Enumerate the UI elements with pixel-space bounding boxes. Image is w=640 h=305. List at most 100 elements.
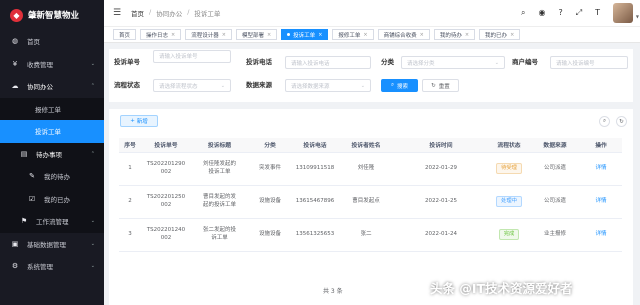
- refresh-icon: ↻: [431, 82, 436, 89]
- table-row: 1 TS202201290 002 刘佳隆发起的 投诉工单 突发事件 1310991…: [119, 152, 622, 186]
- cell-no: 1: [119, 152, 141, 186]
- search-button-label: 搜索: [397, 83, 409, 90]
- fullscreen-icon[interactable]: ⤢: [576, 8, 582, 18]
- cell-title-line: 曹目发起的发: [202, 193, 236, 200]
- sidebar-item-home[interactable]: ◍ 首页: [0, 30, 104, 53]
- phone-input[interactable]: 请输入投诉电话: [285, 56, 371, 69]
- cell-no: 2: [119, 185, 141, 219]
- tag-label: 我的已办: [485, 32, 508, 39]
- cell-title: 张二发起的投 诉工单: [191, 218, 248, 252]
- input-placeholder: 请输入投诉单号: [159, 54, 198, 60]
- watermark-text: 头条 @IT技术资源爱好者: [430, 281, 573, 296]
- cell-title: 刘佳隆发起的 投诉工单: [191, 152, 248, 186]
- table-header-row: 序号 投诉单号 投诉标题 分类 投诉电话 投诉者姓名 投诉时间 流程状态 数据来…: [119, 138, 622, 153]
- tag-model-deploy[interactable]: 模型部署 ×: [235, 29, 278, 40]
- detail-link[interactable]: 详情: [595, 198, 606, 204]
- breadcrumb-home[interactable]: 首页: [131, 8, 144, 18]
- github-icon[interactable]: ◉: [538, 8, 545, 18]
- close-icon[interactable]: ×: [363, 32, 367, 38]
- sidebar-item-complaint-orders[interactable]: 投诉工单: [0, 120, 104, 143]
- data-source-select[interactable]: 请选择数据来源 ⌄: [285, 79, 371, 92]
- sidebar-item-label: 收费管理: [27, 60, 53, 69]
- avatar[interactable]: [613, 3, 633, 23]
- add-button-label: 新增: [136, 119, 148, 125]
- category-select[interactable]: 请选择分类 ⌄: [401, 56, 505, 69]
- sidebar-item-label: 基础数据管理: [27, 240, 66, 249]
- close-icon[interactable]: ×: [267, 32, 271, 38]
- cell-action: 详情: [580, 185, 622, 219]
- tag-shop-billing[interactable]: 商铺综合收费 ×: [377, 29, 430, 40]
- refresh-button[interactable]: ↻: [616, 116, 627, 127]
- font-size-icon[interactable]: T: [595, 8, 600, 18]
- breadcrumb-separator: /: [187, 8, 190, 16]
- cell-code-line: 002: [160, 234, 172, 241]
- tag-flow-designer[interactable]: 流程设计器 ×: [185, 29, 232, 40]
- sidebar-item-billing[interactable]: ¥ 收费管理 ⌄: [0, 53, 104, 76]
- reset-button[interactable]: ↻ 重置: [422, 79, 459, 92]
- close-icon[interactable]: ×: [171, 32, 175, 38]
- search-icon[interactable]: ⌕: [521, 8, 525, 18]
- search-button[interactable]: ⌕ 搜索: [381, 79, 418, 92]
- shop-no-input[interactable]: 请输入投诉编号: [550, 56, 628, 69]
- input-placeholder: 请选择分类: [407, 60, 435, 67]
- add-button[interactable]: + 新增: [120, 115, 158, 127]
- menu-toggle-icon[interactable]: ☰: [113, 8, 122, 18]
- sidebar-item-my-done[interactable]: ☑ 我的已办: [0, 187, 104, 210]
- tag-label: 流程设计器: [191, 32, 219, 39]
- tag-my-done[interactable]: 我的已办 ×: [479, 29, 521, 40]
- detail-link[interactable]: 详情: [595, 165, 606, 171]
- flow-status-select[interactable]: 请选择流程状态 ⌄: [153, 79, 231, 92]
- cell-time: 2022-01-25: [394, 185, 488, 219]
- cell-code-line: TS202201290: [146, 160, 186, 167]
- cell-title-line: 起的投诉工单: [202, 201, 236, 208]
- main-content: 投诉单号 请输入投诉单号 投诉电话 请输入投诉电话 分类 请选择分类 ⌄ 商户编号…: [104, 43, 640, 305]
- sidebar-item-repair-orders[interactable]: 报修工单: [0, 97, 104, 120]
- sidebar-item-workflow[interactable]: ⚑ 工作流管理 ⌄: [0, 210, 104, 233]
- caret-down-icon[interactable]: ▼: [636, 14, 639, 19]
- input-placeholder: 请输入投诉电话: [291, 60, 330, 67]
- shop-no-field: 商户编号: [512, 56, 538, 66]
- chevron-down-icon: ⌄: [90, 263, 95, 270]
- app-logo[interactable]: ◆ 肇新智慧物业: [0, 0, 104, 30]
- cell-code-line: TS202201240: [146, 226, 186, 233]
- chevron-down-icon: ⌄: [360, 82, 365, 89]
- close-icon[interactable]: ×: [510, 32, 514, 38]
- cell-code: TS202201240 002: [141, 218, 191, 252]
- close-icon[interactable]: ×: [465, 32, 469, 38]
- gear-icon: ⚙: [11, 262, 19, 271]
- tag-operation-log[interactable]: 操作日志 ×: [140, 29, 182, 40]
- cell-action: 详情: [580, 152, 622, 186]
- complaint-no-input[interactable]: 请输入投诉单号: [153, 49, 231, 63]
- tag-home[interactable]: 首页: [113, 29, 137, 40]
- tag-label: 我的待办: [439, 32, 462, 39]
- tag-complaint-orders[interactable]: 投诉工单 ×: [281, 29, 329, 40]
- close-icon[interactable]: ×: [222, 32, 226, 38]
- list-icon: ▤: [20, 149, 28, 158]
- col-header: 投诉电话: [292, 138, 338, 153]
- help-icon[interactable]: ?: [558, 8, 562, 18]
- field-label: 投诉单号: [114, 58, 140, 66]
- sidebar-item-system[interactable]: ⚙ 系统管理 ⌄: [0, 255, 104, 278]
- tag-repair-orders[interactable]: 报修工单 ×: [332, 29, 374, 40]
- sidebar-item-label: 工作流管理: [36, 218, 69, 227]
- cell-code-line: 002: [160, 168, 172, 175]
- check-square-icon: ☑: [28, 194, 36, 203]
- cell-time: 2022-01-24: [394, 218, 488, 252]
- detail-link[interactable]: 详情: [595, 231, 606, 237]
- close-icon[interactable]: ×: [318, 32, 322, 38]
- chevron-down-icon: ⌄: [494, 59, 499, 66]
- pagination-total: 共 3 条: [323, 288, 343, 295]
- tag-my-todo[interactable]: 我的待办 ×: [433, 29, 476, 40]
- cell-status: 完成: [488, 218, 530, 252]
- chevron-down-icon: ⌄: [90, 60, 95, 67]
- status-badge: 处理中: [496, 195, 522, 208]
- sidebar-item-basic-data[interactable]: ▣ 基础数据管理 ⌄: [0, 233, 104, 256]
- toggle-search-button[interactable]: ⌕: [599, 116, 610, 127]
- breadcrumb-separator: /: [149, 8, 152, 16]
- cell-phone: 13615467896: [292, 185, 338, 219]
- close-icon[interactable]: ×: [420, 32, 424, 38]
- sidebar-item-todo[interactable]: ▤ 待办事项 ⌃: [0, 142, 104, 165]
- sidebar-item-collab[interactable]: ☁ 协同办公 ⌃: [0, 75, 104, 98]
- sidebar-item-my-todo[interactable]: ✎ 我的待办: [0, 165, 104, 188]
- topbar-actions: ⌕ ◉ ? ⤢ T: [521, 8, 600, 18]
